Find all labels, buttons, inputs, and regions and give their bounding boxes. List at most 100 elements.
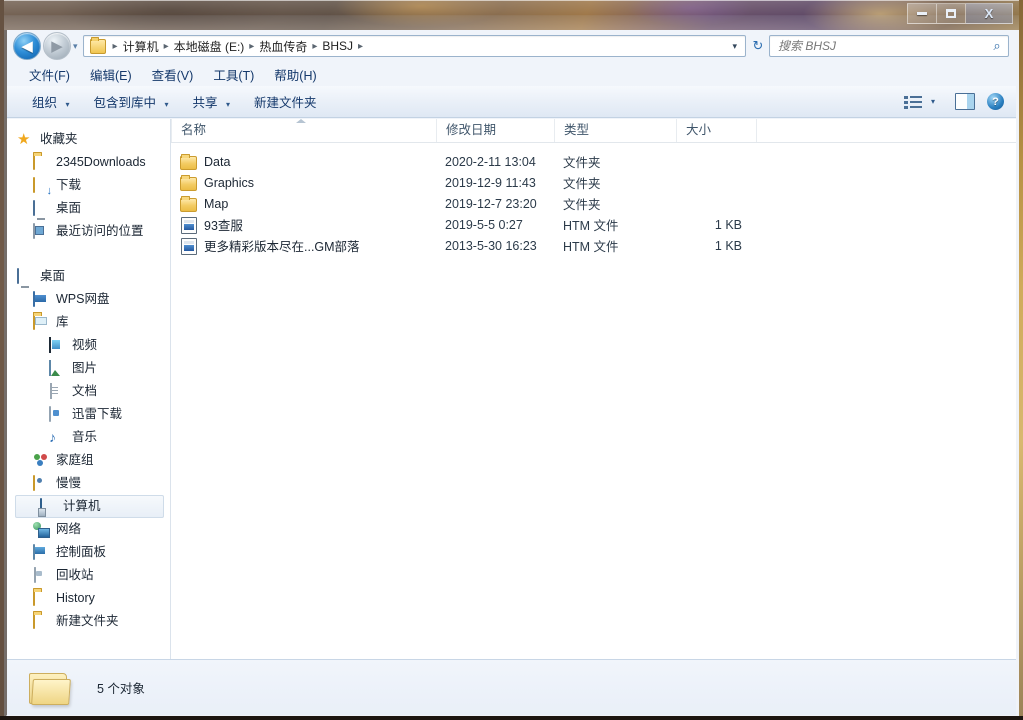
menu-file[interactable]: 文件(F) [19, 63, 80, 86]
folder-icon [90, 39, 106, 54]
file-type-cell: 文件夹 [554, 152, 676, 171]
search-icon[interactable]: ⌕ [986, 38, 1008, 54]
table-row[interactable]: Data 2020-2-11 13:04 文件夹 [171, 151, 1016, 172]
explorer-window: X ◀ ▶ ▾ ▸ 计算机 ▸ 本地磁盘 (E:) ▸ 热血传奇 [4, 0, 1019, 718]
document-icon [49, 384, 66, 400]
sidebar-label: 新建文件夹 [56, 615, 119, 628]
file-name-cell[interactable]: Data [171, 154, 436, 170]
sidebar-item-downloads[interactable]: 下载 [7, 174, 170, 197]
folder-icon [33, 591, 50, 607]
sidebar-item-homegroup[interactable]: 家庭组 [7, 449, 170, 472]
breadcrumb-separator[interactable]: ▸ [354, 41, 367, 52]
table-row[interactable]: Graphics 2019-12-9 11:43 文件夹 [171, 172, 1016, 193]
file-date-cell: 2019-5-5 0:27 [436, 218, 554, 232]
htm-file-icon [181, 238, 197, 255]
file-type-cell: HTM 文件 [554, 215, 676, 234]
chevron-down-icon: ▾ [66, 100, 70, 109]
minimize-icon [917, 12, 927, 15]
window-body: ◀ ▶ ▾ ▸ 计算机 ▸ 本地磁盘 (E:) ▸ 热血传奇 ▸ BHSJ ▸ … [4, 30, 1019, 718]
view-chevron-down-icon[interactable]: ▾ [931, 97, 935, 106]
column-header-date-modified[interactable]: 修改日期 [436, 119, 554, 142]
file-type-cell: 文件夹 [554, 194, 676, 213]
search-input[interactable] [770, 38, 986, 54]
column-header-size[interactable]: 大小 [676, 119, 756, 142]
maximize-button[interactable] [937, 3, 966, 24]
sidebar-item-libraries[interactable]: 库 [7, 311, 170, 334]
breadcrumb-item-2[interactable]: 热血传奇 [258, 38, 308, 55]
breadcrumb-item-1[interactable]: 本地磁盘 (E:) [173, 38, 246, 55]
column-header-type[interactable]: 类型 [554, 119, 676, 142]
column-header-spacer [756, 119, 796, 142]
sidebar-item-documents[interactable]: 文档 [7, 380, 170, 403]
new-folder-button[interactable]: 新建文件夹 [245, 89, 326, 114]
folder-icon [180, 198, 197, 212]
thunder-download-icon [49, 407, 66, 423]
recent-pages-button[interactable]: ▾ [73, 41, 78, 52]
sidebar-label: 最近访问的位置 [56, 225, 144, 238]
help-icon[interactable]: ? [987, 93, 1004, 110]
share-with-button[interactable]: 共享 ▾ [184, 89, 240, 114]
menu-view[interactable]: 查看(V) [142, 63, 204, 86]
sidebar-item-thunder-download[interactable]: 迅雷下载 [7, 403, 170, 426]
back-button[interactable]: ◀ [13, 32, 41, 60]
sidebar-item-desktop-root[interactable]: 桌面 [7, 265, 170, 288]
menu-edit[interactable]: 编辑(E) [80, 63, 142, 86]
table-row[interactable]: 93查服 2019-5-5 0:27 HTM 文件 1 KB [171, 214, 1016, 235]
breadcrumb-item-0[interactable]: 计算机 [122, 38, 160, 55]
chevron-down-icon: ▾ [165, 100, 169, 109]
preview-pane-icon[interactable] [955, 93, 975, 110]
sidebar-item-control-panel[interactable]: 控制面板 [7, 541, 170, 564]
file-name-cell[interactable]: 93查服 [171, 215, 436, 234]
sidebar-item-recent-places[interactable]: 最近访问的位置 [7, 220, 170, 243]
breadcrumb-separator[interactable]: ▸ [109, 41, 122, 52]
file-name-cell[interactable]: 更多精彩版本尽在...GM部落 [171, 236, 436, 255]
breadcrumb-separator[interactable]: ▸ [245, 41, 258, 52]
sidebar-item-pictures[interactable]: 图片 [7, 357, 170, 380]
sidebar-item-user[interactable]: 慢慢 [7, 472, 170, 495]
search-box[interactable]: ⌕ [769, 35, 1009, 57]
breadcrumb-separator[interactable]: ▸ [160, 41, 173, 52]
table-row[interactable]: 更多精彩版本尽在...GM部落 2013-5-30 16:23 HTM 文件 1… [171, 235, 1016, 256]
breadcrumb-item-3[interactable]: BHSJ [321, 39, 354, 53]
file-name-cell[interactable]: Graphics [171, 175, 436, 191]
close-button[interactable]: X [966, 3, 1013, 24]
sidebar-label: 家庭组 [56, 454, 94, 467]
control-panel-icon [33, 545, 50, 561]
sidebar-label: 图片 [72, 362, 97, 375]
change-view-icon[interactable] [904, 93, 924, 111]
include-in-library-label: 包含到库中 [94, 96, 157, 110]
chevron-down-icon: ▾ [226, 100, 230, 109]
file-name-cell[interactable]: Map [171, 196, 436, 212]
forward-button[interactable]: ▶ [43, 32, 71, 60]
sidebar-item-wps-cloud[interactable]: WPS网盘 [7, 288, 170, 311]
folder-front [31, 679, 71, 705]
file-name-label: Graphics [204, 176, 254, 190]
breadcrumb-separator[interactable]: ▸ [308, 41, 321, 52]
menu-help[interactable]: 帮助(H) [264, 63, 326, 86]
sidebar-item-new-folder[interactable]: 新建文件夹 [7, 610, 170, 633]
menu-tools[interactable]: 工具(T) [203, 63, 264, 86]
sidebar-item-history[interactable]: History [7, 587, 170, 610]
breadcrumb-address-bar[interactable]: ▸ 计算机 ▸ 本地磁盘 (E:) ▸ 热血传奇 ▸ BHSJ ▸ ▾ [83, 35, 746, 57]
homegroup-icon [33, 453, 50, 469]
include-in-library-button[interactable]: 包含到库中 ▾ [85, 89, 178, 114]
sidebar-item-desktop[interactable]: 桌面 [7, 197, 170, 220]
sidebar-label: 控制面板 [56, 546, 106, 559]
user-icon [33, 476, 50, 492]
computer-icon [40, 499, 57, 515]
table-row[interactable]: Map 2019-12-7 23:20 文件夹 [171, 193, 1016, 214]
music-icon: ♪ [49, 430, 66, 446]
minimize-button[interactable] [907, 3, 937, 24]
recent-places-icon [33, 224, 50, 240]
sidebar-item-2345downloads[interactable]: 2345Downloads [7, 151, 170, 174]
sidebar-item-network[interactable]: 网络 [7, 518, 170, 541]
sidebar-item-favorites[interactable]: ★ 收藏夹 [7, 128, 170, 151]
address-dropdown-icon[interactable]: ▾ [732, 41, 743, 52]
file-name-label: 93查服 [204, 215, 243, 234]
sidebar-item-videos[interactable]: 视频 [7, 334, 170, 357]
sidebar-item-music[interactable]: ♪ 音乐 [7, 426, 170, 449]
organize-button[interactable]: 组织 ▾ [23, 89, 79, 114]
refresh-button[interactable]: ↻ [749, 36, 767, 56]
sidebar-item-computer[interactable]: 计算机 [15, 495, 164, 518]
sidebar-item-recycle-bin[interactable]: 回收站 [7, 564, 170, 587]
